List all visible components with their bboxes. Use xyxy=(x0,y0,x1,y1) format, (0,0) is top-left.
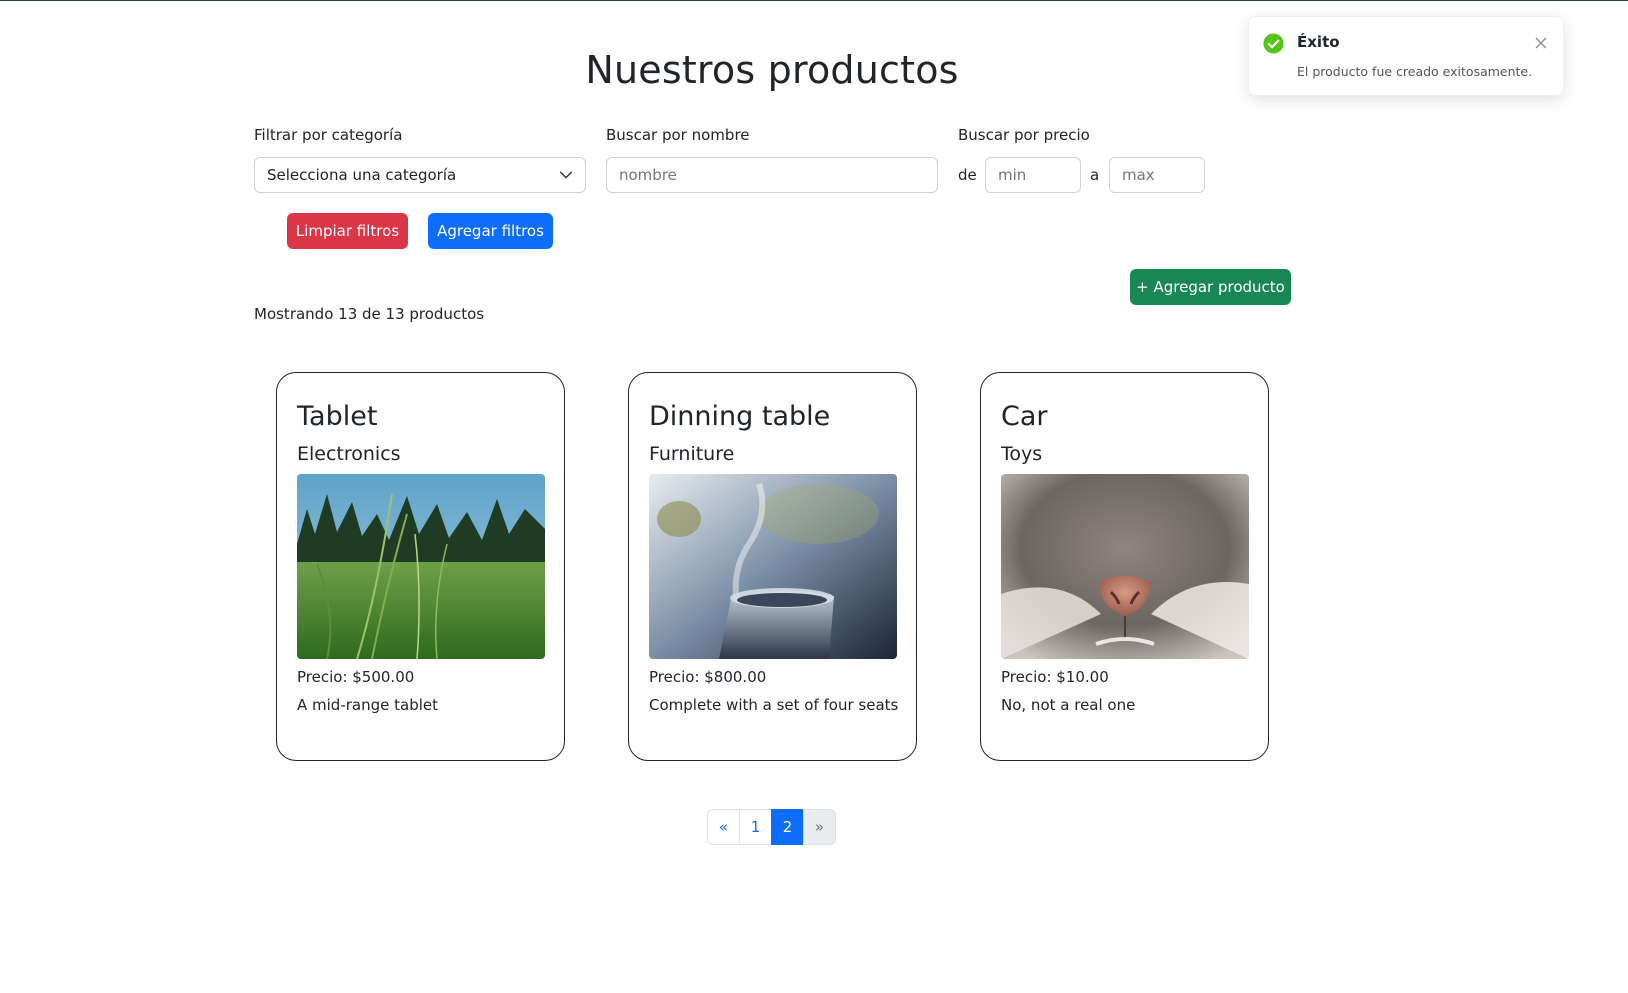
category-select-value: Selecciona una categoría xyxy=(267,166,457,184)
min-price-input[interactable] xyxy=(985,157,1081,193)
product-card: Dinning table Furniture Precio: $800.00 … xyxy=(628,372,917,761)
product-image xyxy=(1001,474,1249,659)
pagination-page-1[interactable]: 1 xyxy=(739,809,772,845)
product-category: Electronics xyxy=(297,443,401,465)
toast-message: El producto fue creado exitosamente. xyxy=(1297,64,1533,79)
product-category: Toys xyxy=(1001,443,1043,465)
product-image xyxy=(297,474,545,659)
price-from-label: de xyxy=(958,166,977,184)
product-name: Car xyxy=(1001,401,1048,432)
category-select[interactable]: Selecciona una categoría xyxy=(254,157,586,193)
name-search-label: Buscar por nombre xyxy=(606,126,750,144)
product-name: Tablet xyxy=(297,401,378,432)
product-description: Complete with a set of four seats xyxy=(649,696,899,714)
apply-filters-button[interactable]: Agregar filtros xyxy=(428,213,553,249)
max-price-input[interactable] xyxy=(1109,157,1205,193)
price-to-label: a xyxy=(1090,166,1100,184)
product-price: Precio: $500.00 xyxy=(297,668,415,686)
close-icon[interactable] xyxy=(1535,37,1547,49)
product-description: No, not a real one xyxy=(1001,696,1136,714)
price-search-label: Buscar por precio xyxy=(958,126,1090,144)
top-border xyxy=(0,0,1628,1)
product-card: Tablet Electronics Precio: $500.00 A mid… xyxy=(276,372,565,761)
chevron-down-icon xyxy=(559,171,573,179)
pagination-next-button[interactable]: » xyxy=(803,809,836,845)
product-image xyxy=(649,474,897,659)
clear-filters-button[interactable]: Limpiar filtros xyxy=(287,213,408,249)
check-circle-icon xyxy=(1263,33,1284,54)
product-price: Precio: $10.00 xyxy=(1001,668,1109,686)
name-search-input[interactable] xyxy=(606,157,938,193)
add-product-button[interactable]: + Agregar producto xyxy=(1130,269,1291,305)
success-toast: Éxito El producto fue creado exitosament… xyxy=(1248,16,1564,96)
product-category: Furniture xyxy=(649,443,735,465)
results-count: Mostrando 13 de 13 productos xyxy=(254,305,485,323)
toast-title: Éxito xyxy=(1297,33,1340,51)
pagination: « 1 2 » xyxy=(707,809,836,845)
product-card: Car Toys Precio: $10.00 No, not a real o… xyxy=(980,372,1269,761)
product-description: A mid-range tablet xyxy=(297,696,438,714)
product-name: Dinning table xyxy=(649,401,831,432)
pagination-prev-button[interactable]: « xyxy=(707,809,740,845)
product-price: Precio: $800.00 xyxy=(649,668,767,686)
category-filter-label: Filtrar por categoría xyxy=(254,126,403,144)
pagination-page-2[interactable]: 2 xyxy=(771,809,804,845)
